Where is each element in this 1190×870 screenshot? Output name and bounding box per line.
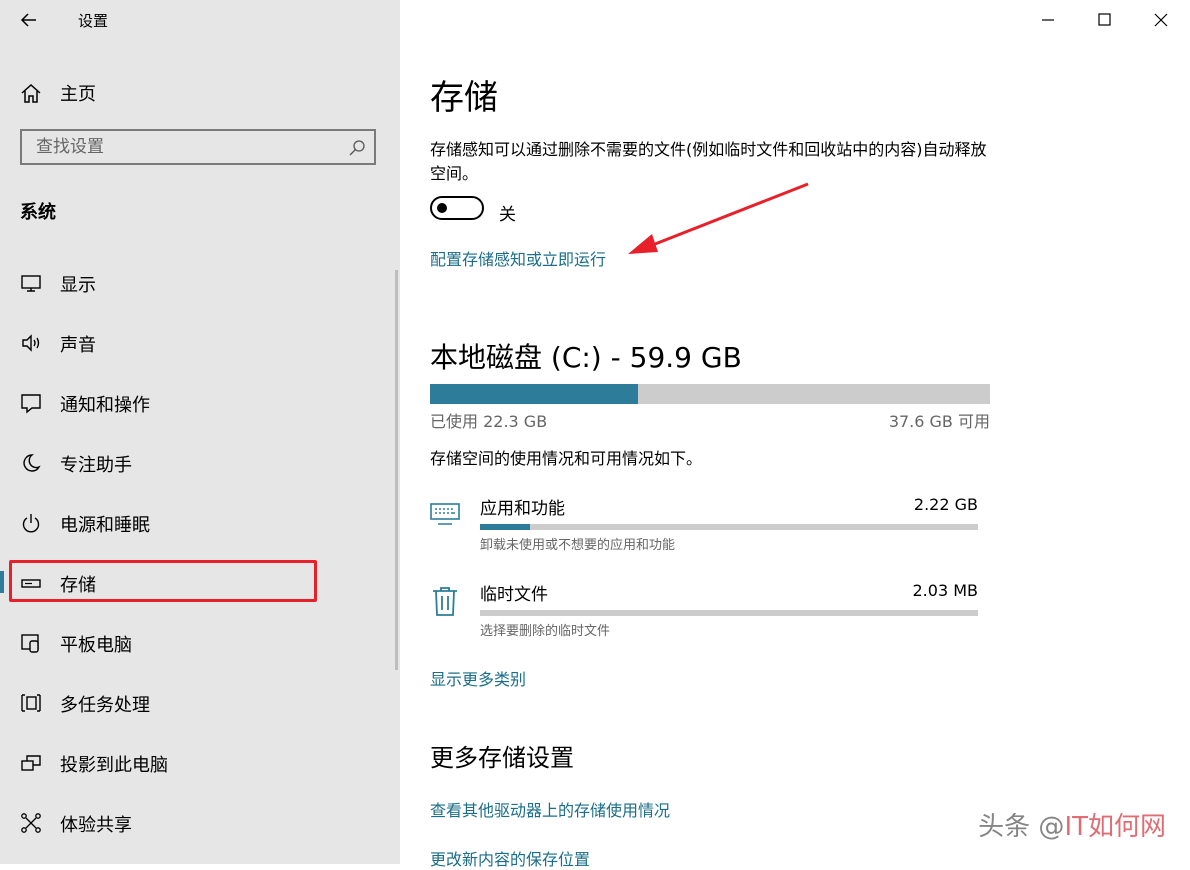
back-button[interactable] — [16, 8, 44, 32]
maximize-icon — [1098, 13, 1111, 26]
disk-usage-bar — [430, 384, 990, 404]
back-arrow-icon — [20, 13, 36, 27]
power-icon — [22, 514, 40, 533]
sidebar-item-tablet[interactable]: 平板电脑 — [0, 622, 400, 662]
category-bar — [480, 610, 978, 616]
category-name: 应用和功能 — [480, 499, 565, 519]
moon-icon — [23, 454, 41, 472]
close-icon — [1154, 13, 1168, 27]
sidebar-item-power[interactable]: 电源和睡眠 — [0, 502, 400, 542]
show-more-categories-link[interactable]: 显示更多类别 — [430, 666, 526, 690]
category-bar-fill — [480, 524, 530, 530]
category-size: 2.03 MB — [912, 581, 979, 600]
watermark: 头条 @IT如何网 — [978, 806, 1166, 843]
more-storage-settings-title: 更多存储设置 — [430, 744, 574, 772]
sidebar-item-label: 平板电脑 — [60, 635, 132, 656]
section-title: 系统 — [20, 202, 56, 223]
minimize-button[interactable] — [1034, 8, 1062, 32]
search-input[interactable] — [36, 137, 336, 157]
trash-icon — [433, 587, 457, 616]
sidebar-item-focus-assist[interactable]: 专注助手 — [0, 442, 400, 482]
disk-title: 本地磁盘 (C:) - 59.9 GB — [430, 341, 742, 374]
usage-description: 存储空间的使用情况和可用情况如下。 — [430, 449, 703, 468]
sidebar-item-sound[interactable]: 声音 — [0, 322, 400, 362]
toggle-state-label: 关 — [499, 205, 516, 225]
sidebar: 设置 主页 系统 显示 声音 通知和操作 — [0, 0, 400, 864]
configure-storage-sense-link[interactable]: 配置存储感知或立即运行 — [430, 246, 606, 270]
other-drives-usage-link[interactable]: 查看其他驱动器上的存储使用情况 — [430, 797, 670, 821]
app-title: 设置 — [78, 12, 109, 30]
sidebar-item-home[interactable]: 主页 — [20, 78, 96, 108]
sidebar-item-project[interactable]: 投影到此电脑 — [0, 742, 400, 782]
sidebar-item-label: 投影到此电脑 — [60, 755, 168, 776]
display-icon — [21, 275, 41, 292]
category-apps[interactable]: 应用和功能 2.22 GB 卸载未使用或不想要的应用和功能 — [430, 490, 990, 556]
disk-free-label: 37.6 GB 可用 — [888, 412, 990, 431]
sidebar-scrollbar[interactable] — [395, 270, 398, 670]
page-title: 存储 — [430, 78, 498, 118]
close-button[interactable] — [1147, 8, 1175, 32]
category-bar — [480, 524, 978, 530]
notification-icon — [21, 394, 41, 414]
project-icon — [21, 755, 41, 771]
sidebar-item-label: 电源和睡眠 — [60, 515, 150, 536]
sidebar-item-label: 显示 — [60, 275, 96, 296]
disk-usage-fill — [430, 384, 639, 404]
change-save-location-link[interactable]: 更改新内容的保存位置 — [430, 846, 590, 870]
watermark-part1: 头条 @ — [978, 812, 1065, 842]
toggle-knob — [437, 203, 447, 213]
home-icon — [21, 83, 41, 103]
sidebar-item-display[interactable]: 显示 — [0, 262, 400, 302]
sidebar-item-label: 专注助手 — [60, 455, 132, 476]
home-label: 主页 — [60, 84, 96, 105]
search-icon — [349, 140, 365, 156]
category-name: 临时文件 — [480, 585, 548, 605]
watermark-part2: IT如何网 — [1064, 812, 1166, 842]
tablet-icon — [21, 634, 39, 653]
category-subtitle: 卸载未使用或不想要的应用和功能 — [480, 538, 676, 553]
sidebar-item-label: 体验共享 — [60, 815, 132, 836]
sidebar-item-notifications[interactable]: 通知和操作 — [0, 382, 400, 422]
keyboard-icon — [430, 503, 460, 525]
disk-used-label: 已使用 22.3 GB — [430, 412, 548, 431]
sidebar-item-label: 多任务处理 — [60, 695, 150, 716]
sidebar-item-multitasking[interactable]: 多任务处理 — [0, 682, 400, 722]
multitask-icon — [21, 694, 41, 712]
highlight-box — [9, 560, 317, 602]
sidebar-item-label: 声音 — [60, 335, 96, 356]
sidebar-item-shared-experiences[interactable]: 体验共享 — [0, 802, 400, 842]
minimize-icon — [1042, 19, 1054, 21]
annotation-arrow — [628, 182, 809, 254]
sidebar-item-label: 通知和操作 — [60, 395, 150, 416]
sound-icon — [22, 334, 40, 352]
maximize-button[interactable] — [1090, 8, 1118, 32]
search-box[interactable] — [20, 129, 376, 165]
category-subtitle: 选择要删除的临时文件 — [480, 624, 611, 639]
share-icon — [21, 813, 41, 833]
storage-sense-toggle[interactable] — [430, 196, 484, 220]
category-temp-files[interactable]: 临时文件 2.03 MB 选择要删除的临时文件 — [430, 576, 990, 642]
category-size: 2.22 GB — [913, 495, 978, 514]
